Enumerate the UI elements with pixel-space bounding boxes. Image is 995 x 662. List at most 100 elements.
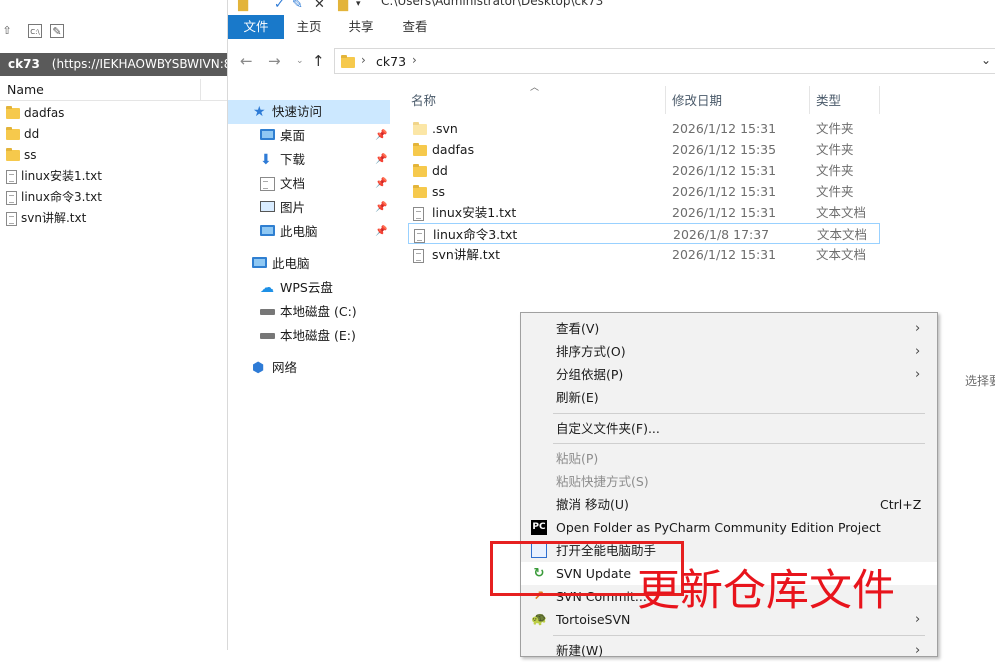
nav-label: 下载 xyxy=(280,152,306,167)
chevron-right-icon: › xyxy=(915,344,921,359)
column-divider[interactable] xyxy=(809,86,810,114)
file-row[interactable]: dadfas 2026/1/12 15:35 文件夹 xyxy=(408,139,880,160)
ribbon-tab[interactable]: 文件 xyxy=(228,15,284,39)
nav-network[interactable]: ⬢ 网络 xyxy=(228,356,390,380)
column-header[interactable]: Name xyxy=(0,79,227,101)
text-file-icon xyxy=(6,169,17,184)
nav-this-pc[interactable]: 此电脑 xyxy=(228,252,390,276)
cmd-icon[interactable]: C:\ xyxy=(28,24,42,38)
column-header-type[interactable]: 类型 xyxy=(816,88,841,114)
nav-quick-item[interactable]: 文档 📌 xyxy=(228,172,390,196)
nav-quick-item[interactable]: 图片 📌 xyxy=(228,196,390,220)
column-divider[interactable] xyxy=(200,79,201,101)
menu-item-customize-folder[interactable]: 自定义文件夹(F)... xyxy=(521,417,937,440)
file-type: 文件夹 xyxy=(816,184,854,199)
properties-icon[interactable]: ✓ xyxy=(274,0,285,12)
menu-item-paste-shortcut[interactable]: 粘贴快捷方式(S) xyxy=(521,470,937,493)
file-row[interactable]: svn讲解.txt 2026/1/12 15:31 文本文档 xyxy=(408,244,880,265)
file-icon-wrap xyxy=(413,118,427,139)
nav-quick-access[interactable]: ★ 快速访问 xyxy=(228,100,390,124)
nav-pc-item[interactable]: 本地磁盘 (E:) xyxy=(228,324,390,348)
file-row[interactable]: ss 2026/1/12 15:31 文件夹 xyxy=(408,181,880,202)
address-bar[interactable]: › ck73 › ⌄ xyxy=(334,48,995,74)
delete-icon[interactable]: ✕ xyxy=(314,0,325,12)
chevron-right-icon: › xyxy=(915,643,921,658)
file-row[interactable]: linux命令3.txt 2026/1/8 17:37 文本文档 xyxy=(408,223,880,244)
list-item[interactable]: linux命令3.txt xyxy=(0,187,227,208)
chevron-right-icon[interactable]: › xyxy=(412,53,417,67)
recent-locations-icon[interactable]: ⌄ xyxy=(296,56,304,66)
chevron-right-icon[interactable]: › xyxy=(361,53,366,67)
folder-icon xyxy=(413,185,427,198)
star-icon: ★ xyxy=(253,104,266,120)
folder-icon[interactable]: ▆ xyxy=(238,0,248,12)
menu-label: Open Folder as PyCharm Community Edition… xyxy=(556,520,881,535)
ribbon-tab[interactable]: 共享 xyxy=(334,15,388,39)
up-arrow-icon[interactable]: ↑ xyxy=(312,52,325,70)
file-date: 2026/1/12 15:31 xyxy=(672,121,777,136)
file-icon-wrap xyxy=(413,181,427,202)
menu-label: 自定义文件夹(F)... xyxy=(556,421,660,436)
customize-toolbar-icon[interactable]: ▾ xyxy=(356,0,361,9)
list-item[interactable]: ss xyxy=(0,145,227,166)
menu-label: 撤消 移动(U) xyxy=(556,497,629,512)
quick-access-toolbar: ▆ ✓ ✎ ✕ ▆ ▾ C:\Users\Administrator\Deskt… xyxy=(228,0,995,14)
menu-item-group[interactable]: 分组依据(P) › xyxy=(521,363,937,386)
ribbon-tab[interactable]: 查看 xyxy=(388,15,442,39)
file-row[interactable]: linux安装1.txt 2026/1/12 15:31 文本文档 xyxy=(408,202,880,223)
file-row[interactable]: .svn 2026/1/12 15:31 文件夹 xyxy=(408,118,880,139)
repo-browser-window: ⇧ C:\ ✎ ck73 (https://IEKHAOWBYSBWIVN:8 N… xyxy=(0,0,227,650)
repo-browser-toolbar: ⇧ C:\ ✎ xyxy=(0,20,227,44)
menu-item-open-pycharm[interactable]: PC Open Folder as PyCharm Community Edit… xyxy=(521,516,937,539)
list-item[interactable]: dd xyxy=(0,124,227,145)
drive-icon xyxy=(260,333,275,339)
nav-pc-item[interactable]: ☁ WPS云盘 xyxy=(228,276,390,300)
edit-icon[interactable]: ✎ xyxy=(50,24,64,38)
folder-up-icon[interactable]: ⇧ xyxy=(0,24,14,38)
folder-icon xyxy=(6,127,20,140)
column-header-name[interactable]: 名称 xyxy=(411,88,436,114)
nav-label: 网络 xyxy=(272,360,298,375)
nav-label: 文档 xyxy=(280,176,306,191)
file-name: linux命令3.txt xyxy=(433,227,518,242)
back-arrow-icon[interactable]: ← xyxy=(240,52,253,70)
pin-icon[interactable]: 📌 xyxy=(375,148,387,172)
pin-icon[interactable]: 📌 xyxy=(375,220,387,244)
ribbon-tab[interactable]: 主页 xyxy=(284,15,334,39)
menu-item-undo-move[interactable]: 撤消 移动(U) Ctrl+Z xyxy=(521,493,937,516)
navigation-bar: ← → ⌄ ↑ › ck73 › ⌄ xyxy=(228,44,995,78)
pin-icon[interactable]: 📌 xyxy=(375,124,387,148)
menu-item-refresh[interactable]: 刷新(E) xyxy=(521,386,937,409)
menu-item-paste[interactable]: 粘贴(P) xyxy=(521,447,937,470)
rename-icon[interactable]: ✎ xyxy=(292,0,303,12)
pin-icon[interactable]: 📌 xyxy=(375,196,387,220)
menu-item-view[interactable]: 查看(V) › xyxy=(521,317,937,340)
nav-quick-item[interactable]: 此电脑 📌 xyxy=(228,220,390,244)
pin-icon[interactable]: 📌 xyxy=(375,172,387,196)
computer-icon xyxy=(260,225,275,236)
menu-shortcut: Ctrl+Z xyxy=(880,497,922,512)
column-header-name[interactable]: Name xyxy=(7,82,44,97)
repo-url-bar: ck73 (https://IEKHAOWBYSBWIVN:8 xyxy=(0,53,227,76)
chevron-right-icon: › xyxy=(915,612,921,627)
nav-quick-item[interactable]: ⬇ 下载 📌 xyxy=(228,148,390,172)
column-divider[interactable] xyxy=(879,86,880,114)
new-folder-icon[interactable]: ▆ xyxy=(338,0,348,12)
menu-item-sort[interactable]: 排序方式(O) › xyxy=(521,340,937,363)
nav-quick-item[interactable]: 桌面 📌 xyxy=(228,124,390,148)
file-name: linux安装1.txt xyxy=(432,205,517,220)
menu-label: 分组依据(P) xyxy=(556,367,624,382)
nav-pc-item[interactable]: 本地磁盘 (C:) xyxy=(228,300,390,324)
list-item[interactable]: dadfas xyxy=(0,103,227,124)
text-file-icon xyxy=(413,206,424,221)
list-item[interactable]: linux安装1.txt xyxy=(0,166,227,187)
column-header-date[interactable]: 修改日期 xyxy=(672,88,722,114)
forward-arrow-icon[interactable]: → xyxy=(268,52,281,70)
file-name: svn讲解.txt xyxy=(432,247,501,262)
column-divider[interactable] xyxy=(665,86,666,114)
menu-item-new[interactable]: 新建(W) › xyxy=(521,639,937,662)
breadcrumb-ck73[interactable]: ck73 xyxy=(376,54,406,69)
file-row[interactable]: dd 2026/1/12 15:31 文件夹 xyxy=(408,160,880,181)
list-item[interactable]: svn讲解.txt xyxy=(0,208,227,229)
chevron-down-icon[interactable]: ⌄ xyxy=(981,53,991,67)
